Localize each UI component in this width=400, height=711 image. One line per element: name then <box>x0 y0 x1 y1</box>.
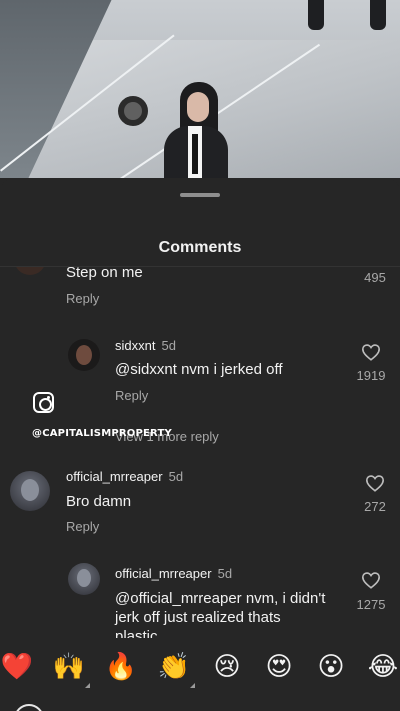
comment-text-line: jerk off just realized thats <box>115 609 281 626</box>
sheet-title: Comments <box>158 239 242 256</box>
comments-sheet: Comments Step on me 495 Reply sidxxnt 5d … <box>0 178 400 711</box>
like-count: 272 <box>364 499 386 514</box>
avatar[interactable] <box>68 339 100 371</box>
reply-button[interactable]: Reply <box>66 519 99 534</box>
video-wheel <box>118 96 148 126</box>
username-text[interactable]: sidxxnt <box>115 338 155 353</box>
comment-username[interactable]: official_mrreaper 5d <box>115 566 232 581</box>
heart-icon[interactable] <box>365 474 385 492</box>
comment-time: 5d <box>168 469 184 484</box>
comment-time: 5d <box>161 338 176 353</box>
reply-button[interactable]: Reply <box>66 291 99 306</box>
avatar[interactable] <box>14 267 46 275</box>
emoji-reaction-bar: ❤️ 🙌 🔥 👏 😢 😍 😮 😂 <box>0 638 400 698</box>
reply-button[interactable]: Reply <box>115 388 148 403</box>
like-count: 1919 <box>356 368 386 383</box>
watermark-text: @CAPITALISMPROPERTY <box>32 428 172 439</box>
surprised-face-emoji[interactable]: 😮 <box>314 650 348 684</box>
video-player[interactable] <box>0 0 400 178</box>
crying-face-emoji[interactable]: 😢 <box>210 650 244 684</box>
username-text[interactable]: official_mrreaper <box>66 469 163 484</box>
video-person <box>160 82 230 178</box>
red-heart-emoji[interactable]: ❤️ <box>0 650 34 684</box>
avatar[interactable] <box>10 471 50 511</box>
heart-icon[interactable] <box>361 571 381 589</box>
video-legs <box>300 0 400 34</box>
comment-text: @sidxxnt nvm i jerked off <box>115 361 283 378</box>
username-text[interactable]: official_mrreaper <box>115 566 212 581</box>
comment-username[interactable]: sidxxnt 5d <box>115 338 176 353</box>
drag-handle[interactable] <box>180 193 220 197</box>
like-count: 1275 <box>356 597 386 612</box>
comment-time: 5d <box>217 566 233 581</box>
comment-username[interactable]: official_mrreaper 5d <box>66 469 183 484</box>
comment-text-line: @official_mrreaper nvm, i didn't <box>115 590 326 607</box>
comment-text: Bro damn <box>66 493 132 510</box>
comment-text: Step on me <box>66 267 143 281</box>
instagram-icon <box>33 392 54 413</box>
comments-list[interactable]: Step on me 495 Reply sidxxnt 5d @sidxxnt … <box>0 267 400 647</box>
heart-icon[interactable] <box>361 343 381 361</box>
clapping-hands-emoji[interactable]: 👏 <box>157 650 195 688</box>
like-count: 495 <box>364 270 386 285</box>
tears-of-joy-emoji[interactable]: 😂 <box>366 650 400 684</box>
heart-eyes-emoji[interactable]: 😍 <box>262 650 296 684</box>
fire-emoji[interactable]: 🔥 <box>104 650 138 684</box>
raised-hands-emoji[interactable]: 🙌 <box>52 650 90 688</box>
avatar[interactable] <box>68 563 100 595</box>
